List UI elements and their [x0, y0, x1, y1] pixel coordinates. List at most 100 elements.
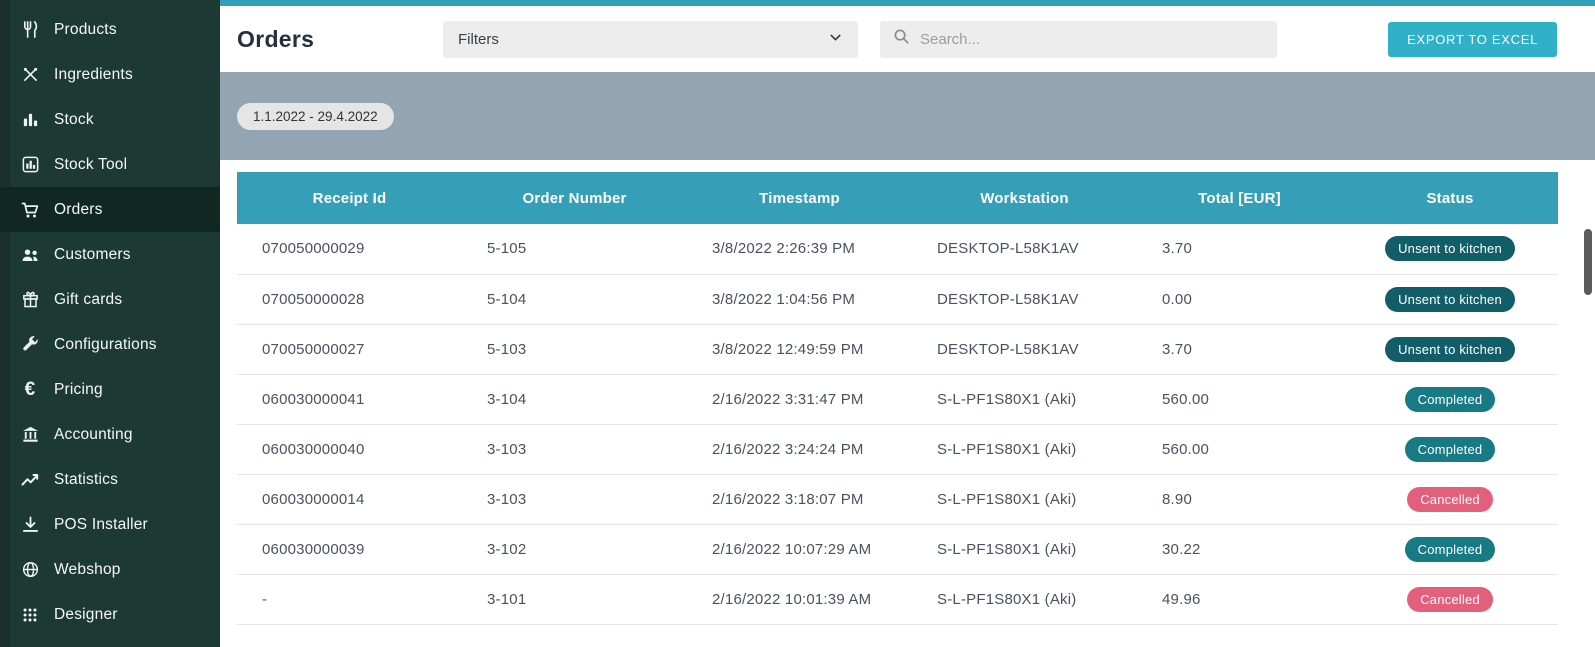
sidebar-item-designer[interactable]: Designer — [0, 592, 220, 637]
status-badge: Unsent to kitchen — [1385, 287, 1515, 312]
table-row[interactable]: - 3-101 2/16/2022 10:01:39 AM S-L-PF1S80… — [237, 574, 1558, 624]
cell-order-number: 3-102 — [462, 524, 687, 574]
sidebar-item-label: Orders — [54, 201, 103, 219]
search-box — [880, 21, 1277, 58]
sidebar-item-stock[interactable]: Stock — [0, 97, 220, 142]
cell-status: Unsent to kitchen — [1342, 274, 1558, 324]
sidebar-item-label: Stock — [54, 111, 94, 129]
cell-total: 0.00 — [1137, 274, 1342, 324]
status-badge: Cancelled — [1407, 587, 1493, 612]
sidebar-item-configurations[interactable]: Configurations — [0, 322, 220, 367]
sidebar-item-label: Customers — [54, 246, 131, 264]
cell-workstation: S-L-PF1S80X1 (Aki) — [912, 574, 1137, 624]
sidebar-item-label: Stock Tool — [54, 156, 127, 174]
cell-order-number: 3-104 — [462, 374, 687, 424]
ingredients-icon — [19, 65, 41, 85]
cell-workstation: S-L-PF1S80X1 (Aki) — [912, 524, 1137, 574]
cell-timestamp: 2/16/2022 3:31:47 PM — [687, 374, 912, 424]
col-header-total[interactable]: Total [EUR] — [1137, 172, 1342, 224]
cell-total: 560.00 — [1137, 374, 1342, 424]
sidebar: Products Ingredients Stock Stock Tool Or — [0, 0, 220, 647]
sidebar-item-webshop[interactable]: Webshop — [0, 547, 220, 592]
search-icon — [893, 28, 910, 50]
sidebar-item-label: Pricing — [54, 381, 103, 399]
cell-workstation: S-L-PF1S80X1 (Aki) — [912, 424, 1137, 474]
sidebar-item-ingredients[interactable]: Ingredients — [0, 52, 220, 97]
cell-order-number: 3-101 — [462, 574, 687, 624]
table-row[interactable]: 060030000041 3-104 2/16/2022 3:31:47 PM … — [237, 374, 1558, 424]
cell-workstation: S-L-PF1S80X1 (Aki) — [912, 474, 1137, 524]
stock-icon — [19, 110, 41, 130]
sidebar-item-stock-tool[interactable]: Stock Tool — [0, 142, 220, 187]
status-badge: Cancelled — [1407, 487, 1493, 512]
sidebar-item-gift-cards[interactable]: Gift cards — [0, 277, 220, 322]
sidebar-item-label: Ingredients — [54, 66, 133, 84]
cell-timestamp: 3/8/2022 1:04:56 PM — [687, 274, 912, 324]
orders-table-body: 070050000029 5-105 3/8/2022 2:26:39 PM D… — [237, 224, 1558, 624]
cell-receipt-id: 060030000041 — [237, 374, 462, 424]
cell-timestamp: 2/16/2022 3:18:07 PM — [687, 474, 912, 524]
sidebar-item-pos-installer[interactable]: POS Installer — [0, 502, 220, 547]
sidebar-item-label: Designer — [54, 606, 118, 624]
table-header-row: Receipt Id Order Number Timestamp Workst… — [237, 172, 1558, 224]
sidebar-item-statistics[interactable]: Statistics — [0, 457, 220, 502]
cell-status: Completed — [1342, 424, 1558, 474]
sidebar-item-label: Accounting — [54, 426, 133, 444]
webshop-icon — [19, 560, 41, 580]
search-input[interactable] — [920, 31, 1240, 48]
cell-receipt-id: 060030000040 — [237, 424, 462, 474]
sidebar-item-label: Gift cards — [54, 291, 122, 309]
table-row[interactable]: 060030000014 3-103 2/16/2022 3:18:07 PM … — [237, 474, 1558, 524]
configurations-icon — [19, 335, 41, 355]
sidebar-item-customers[interactable]: Customers — [0, 232, 220, 277]
cell-total: 3.70 — [1137, 324, 1342, 374]
cell-order-number: 3-103 — [462, 474, 687, 524]
export-to-excel-button[interactable]: EXPORT TO EXCEL — [1388, 22, 1557, 57]
cell-order-number: 5-104 — [462, 274, 687, 324]
table-row[interactable]: 060030000040 3-103 2/16/2022 3:24:24 PM … — [237, 424, 1558, 474]
filters-label: Filters — [458, 31, 499, 48]
sidebar-item-label: Products — [54, 21, 117, 39]
table-row[interactable]: 070050000028 5-104 3/8/2022 1:04:56 PM D… — [237, 274, 1558, 324]
sidebar-item-pricing[interactable]: € Pricing — [0, 367, 220, 412]
sidebar-item-label: Statistics — [54, 471, 118, 489]
sidebar-item-products[interactable]: Products — [0, 7, 220, 52]
sidebar-item-orders[interactable]: Orders — [0, 187, 220, 232]
cell-workstation: DESKTOP-L58K1AV — [912, 274, 1137, 324]
cell-workstation: S-L-PF1S80X1 (Aki) — [912, 374, 1137, 424]
date-range-chip[interactable]: 1.1.2022 - 29.4.2022 — [237, 103, 394, 130]
cell-timestamp: 2/16/2022 3:24:24 PM — [687, 424, 912, 474]
orders-icon — [19, 200, 41, 220]
col-header-timestamp[interactable]: Timestamp — [687, 172, 912, 224]
table-row[interactable]: 070050000029 5-105 3/8/2022 2:26:39 PM D… — [237, 224, 1558, 274]
col-header-status[interactable]: Status — [1342, 172, 1558, 224]
chevron-down-icon — [828, 30, 843, 49]
status-badge: Completed — [1405, 387, 1496, 412]
sidebar-item-label: Configurations — [54, 336, 157, 354]
col-header-receipt-id[interactable]: Receipt Id — [237, 172, 462, 224]
cell-receipt-id: 070050000028 — [237, 274, 462, 324]
cell-total: 3.70 — [1137, 224, 1342, 274]
vertical-scrollbar[interactable] — [1584, 229, 1592, 295]
cell-total: 49.96 — [1137, 574, 1342, 624]
status-badge: Unsent to kitchen — [1385, 337, 1515, 362]
col-header-order-number[interactable]: Order Number — [462, 172, 687, 224]
cell-total: 8.90 — [1137, 474, 1342, 524]
cell-order-number: 5-103 — [462, 324, 687, 374]
status-badge: Completed — [1405, 537, 1496, 562]
statistics-icon — [19, 470, 41, 490]
cell-status: Cancelled — [1342, 574, 1558, 624]
cell-status: Completed — [1342, 374, 1558, 424]
active-filters-band: 1.1.2022 - 29.4.2022 — [220, 72, 1595, 160]
cell-total: 560.00 — [1137, 424, 1342, 474]
table-row[interactable]: 070050000027 5-103 3/8/2022 12:49:59 PM … — [237, 324, 1558, 374]
cell-total: 30.22 — [1137, 524, 1342, 574]
cell-receipt-id: - — [237, 574, 462, 624]
sidebar-item-label: POS Installer — [54, 516, 148, 534]
filters-dropdown[interactable]: Filters — [443, 21, 858, 58]
designer-icon — [19, 605, 41, 625]
cell-status: Unsent to kitchen — [1342, 324, 1558, 374]
col-header-workstation[interactable]: Workstation — [912, 172, 1137, 224]
table-row[interactable]: 060030000039 3-102 2/16/2022 10:07:29 AM… — [237, 524, 1558, 574]
sidebar-item-accounting[interactable]: Accounting — [0, 412, 220, 457]
